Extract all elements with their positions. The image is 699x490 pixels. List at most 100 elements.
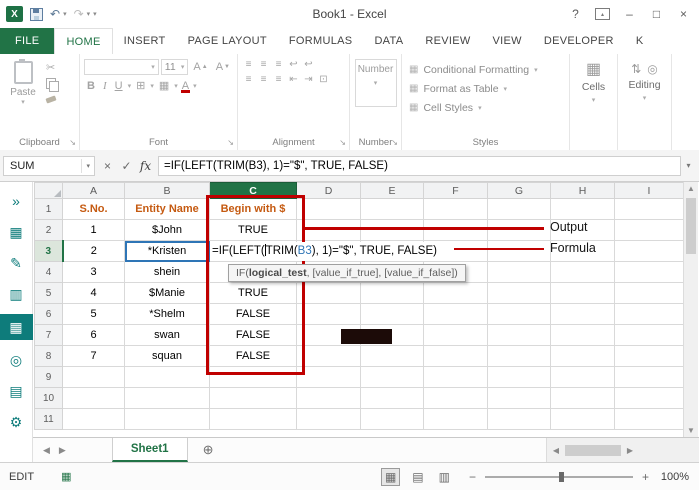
page-break-view-icon[interactable]: ▥: [436, 469, 453, 485]
font-color-icon[interactable]: A: [180, 80, 191, 93]
cells-dropdown-icon[interactable]: ▾: [592, 96, 596, 104]
cell-b4[interactable]: shein: [124, 261, 210, 283]
italic-icon[interactable]: I: [100, 80, 110, 92]
cell-a1[interactable]: S.No.: [62, 198, 125, 220]
row-header[interactable]: 6: [34, 303, 63, 325]
cell[interactable]: [487, 345, 551, 367]
cell[interactable]: [360, 408, 424, 430]
cell[interactable]: [360, 219, 424, 241]
sidebar-calendar-icon[interactable]: ▦: [0, 221, 33, 243]
formula-input[interactable]: =IF(LEFT(TRIM(B3), 1)="$", TRUE, FALSE): [158, 155, 681, 176]
cell[interactable]: [614, 324, 684, 346]
ribbon-display-options-icon[interactable]: ▴: [589, 3, 616, 25]
cell-a3[interactable]: 2: [62, 240, 125, 262]
cell-c6[interactable]: FALSE: [209, 303, 297, 325]
col-header-d[interactable]: D: [296, 182, 361, 199]
zoom-level[interactable]: 100%: [649, 471, 689, 483]
cell[interactable]: [487, 324, 551, 346]
scroll-left-icon[interactable]: ◀: [549, 446, 563, 455]
row-header[interactable]: 4: [34, 261, 63, 283]
cell[interactable]: [423, 366, 488, 388]
cell-a5[interactable]: 4: [62, 282, 125, 304]
row-header[interactable]: 2: [34, 219, 63, 241]
cell[interactable]: [487, 198, 551, 220]
tab-home[interactable]: HOME: [54, 28, 113, 54]
insert-function-icon[interactable]: fx: [136, 159, 155, 173]
align-center-icon[interactable]: ≡: [257, 74, 270, 85]
cell[interactable]: [62, 387, 125, 409]
cell[interactable]: [423, 345, 488, 367]
tab-formulas[interactable]: FORMULAS: [278, 28, 364, 54]
cancel-icon[interactable]: ×: [98, 159, 117, 173]
cell-a6[interactable]: 5: [62, 303, 125, 325]
cell-styles-button[interactable]: ▦ Cell Styles ▾: [406, 99, 565, 116]
align-middle-icon[interactable]: ≡: [257, 59, 270, 70]
align-left-icon[interactable]: ≡: [242, 74, 255, 85]
cell[interactable]: [360, 282, 424, 304]
cell[interactable]: [296, 366, 361, 388]
tab-data[interactable]: DATA: [363, 28, 414, 54]
scroll-up-icon[interactable]: ▲: [684, 184, 698, 193]
vertical-scroll-thumb[interactable]: [686, 198, 696, 254]
cell[interactable]: [487, 219, 551, 241]
conditional-formatting-button[interactable]: ▦ Conditional Formatting ▾: [406, 61, 565, 78]
zoom-slider[interactable]: [484, 471, 633, 482]
editing-dropdown-icon[interactable]: ▾: [643, 94, 647, 102]
scroll-right-icon[interactable]: ▶: [623, 446, 637, 455]
next-sheet-icon[interactable]: ▶: [59, 445, 66, 456]
cell-b1[interactable]: Entity Name: [124, 198, 210, 220]
cell-b7[interactable]: swan: [124, 324, 210, 346]
enter-icon[interactable]: ✓: [117, 159, 136, 173]
horizontal-scroll-thumb[interactable]: [565, 444, 621, 456]
cells-icon[interactable]: ▦: [586, 62, 601, 78]
help-icon[interactable]: ?: [562, 3, 589, 25]
minimize-icon[interactable]: –: [616, 3, 643, 25]
sidebar-edit-icon[interactable]: ✎: [0, 252, 33, 274]
wrap-text-icon[interactable]: ↩: [302, 59, 315, 70]
cell[interactable]: [487, 240, 551, 262]
cell[interactable]: [550, 324, 615, 346]
clipboard-dialog-launcher-icon[interactable]: ↘: [69, 139, 76, 147]
number-format-combo[interactable]: Number ▾: [354, 59, 397, 107]
orientation-icon[interactable]: ↩: [287, 59, 300, 70]
cell[interactable]: [550, 387, 615, 409]
cell-c3-editing[interactable]: =IF(LEFT(TRIM(B3), 1)="$", TRUE, FALSE): [209, 240, 441, 262]
cell[interactable]: [550, 303, 615, 325]
cell-c1[interactable]: Begin with $: [209, 198, 297, 220]
number-format-dropdown-icon[interactable]: ▾: [374, 79, 378, 87]
horizontal-scrollbar[interactable]: ◀ ▶: [546, 438, 683, 462]
cell-a4[interactable]: 3: [62, 261, 125, 283]
normal-view-icon[interactable]: ▦: [380, 467, 401, 486]
cell[interactable]: [614, 198, 684, 220]
tab-page-layout[interactable]: PAGE LAYOUT: [177, 28, 278, 54]
cell-b6[interactable]: *Shelm: [124, 303, 210, 325]
cell[interactable]: [550, 366, 615, 388]
format-painter-icon[interactable]: [45, 93, 57, 106]
select-all-corner[interactable]: [34, 182, 63, 199]
cell[interactable]: [296, 345, 361, 367]
tab-file[interactable]: FILE: [0, 28, 55, 54]
cell-b3-referenced[interactable]: *Kristen: [124, 240, 210, 262]
sidebar-settings-gear-icon[interactable]: ⚙: [0, 411, 33, 433]
sidebar-notes-icon[interactable]: ▤: [0, 380, 33, 402]
cell[interactable]: [614, 219, 684, 241]
cell[interactable]: [487, 387, 551, 409]
align-right-icon[interactable]: ≡: [272, 74, 285, 85]
underline-icon[interactable]: U: [112, 80, 126, 92]
cells-label[interactable]: Cells: [582, 81, 605, 93]
cell[interactable]: [423, 219, 488, 241]
editing-label[interactable]: Editing: [628, 79, 660, 91]
tab-view[interactable]: VIEW: [482, 28, 533, 54]
col-header-a[interactable]: A: [62, 182, 125, 199]
tab-developer[interactable]: DEVELOPER: [533, 28, 625, 54]
vertical-scrollbar[interactable]: ▲ ▼: [683, 182, 698, 437]
zoom-out-icon[interactable]: −: [469, 470, 476, 484]
cell-b5[interactable]: $Manie: [124, 282, 210, 304]
number-dialog-launcher-icon[interactable]: ↘: [391, 139, 398, 147]
cell[interactable]: [423, 408, 488, 430]
cell[interactable]: [614, 387, 684, 409]
name-box[interactable]: SUM ▾: [3, 155, 95, 176]
cell[interactable]: [296, 198, 361, 220]
fill-color-dropdown-icon[interactable]: ▾: [174, 82, 178, 90]
cell[interactable]: [296, 408, 361, 430]
